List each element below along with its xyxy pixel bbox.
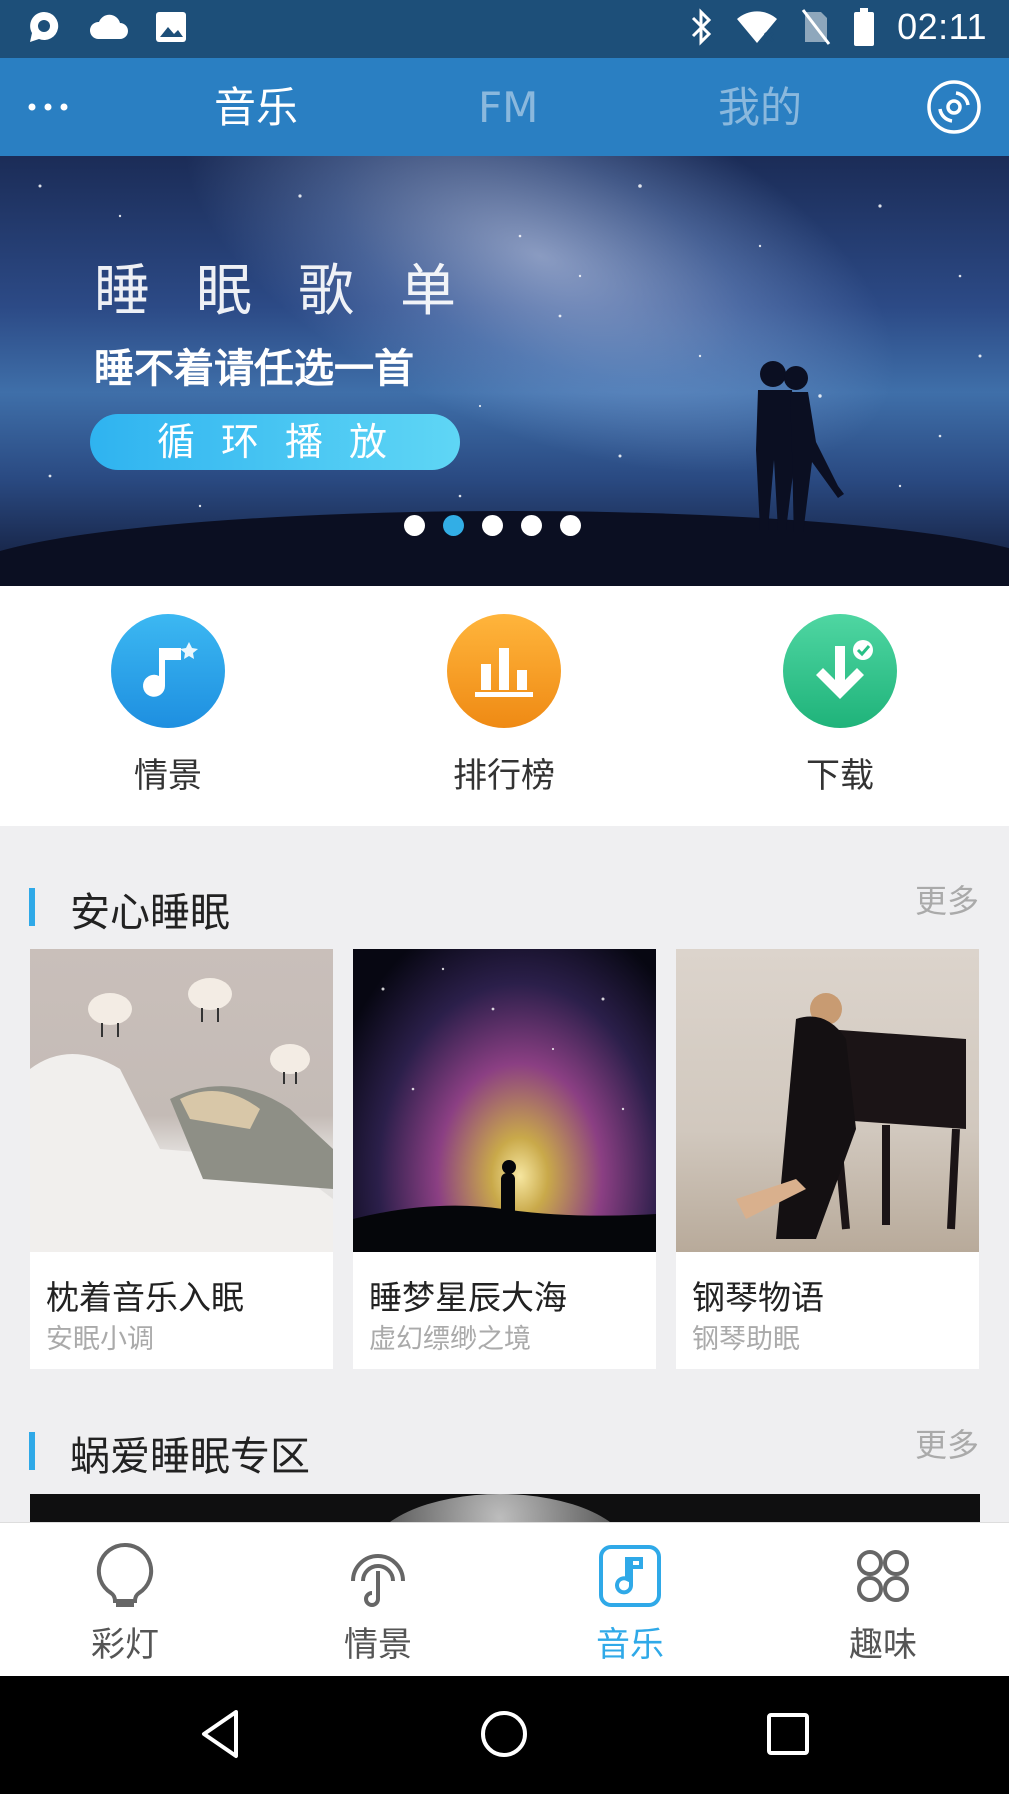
pagination-dot[interactable] (404, 515, 425, 536)
bottom-tab-label: 音乐 (596, 1625, 664, 1665)
entry-scene-label: 情景 (134, 756, 202, 796)
status-bar: 02:11 (0, 0, 1009, 58)
promo-banner[interactable]: 睡眠歌单 睡不着请任选一首 循环播放 (0, 156, 1009, 586)
top-nav: 音乐 FM 我的 (0, 58, 1009, 156)
home-icon[interactable] (472, 1702, 536, 1766)
card-subtitle: 钢琴助眠 (692, 1324, 800, 1355)
loop-play-button[interactable]: 循环播放 (90, 414, 460, 470)
pagination-dot[interactable] (521, 515, 542, 536)
moon-image (370, 1494, 630, 1524)
music-note-icon (595, 1541, 665, 1611)
disc-icon[interactable] (926, 79, 982, 135)
entry-ranking[interactable]: 排行榜 (404, 614, 604, 797)
more-link[interactable]: 更多 (915, 876, 979, 922)
card-subtitle: 安眠小调 (46, 1324, 154, 1355)
section-accent-bar (29, 888, 35, 926)
download-icon (783, 614, 897, 728)
bottom-tab-lights[interactable]: 彩灯 (45, 1541, 205, 1666)
entry-download[interactable]: 下载 (740, 614, 940, 797)
section-title: 安心睡眠 (70, 890, 230, 936)
more-dots-icon[interactable] (26, 94, 70, 120)
entry-download-label: 下载 (806, 756, 874, 796)
screen: 02:11 音乐 FM 我的 睡眠歌单 睡不着请任选一首 循环播放 情景 排行榜… (0, 0, 1009, 1794)
wifi-icon (735, 9, 779, 45)
tab-music[interactable]: 音乐 (214, 80, 298, 136)
section-title: 蜗爱睡眠专区 (70, 1434, 310, 1480)
playlist-card[interactable]: 睡梦星辰大海 虚幻缥缈之境 (353, 949, 656, 1369)
section-accent-bar (29, 1432, 35, 1470)
system-nav-bar (0, 1676, 1009, 1794)
banner-pagination[interactable] (404, 515, 581, 536)
bottom-tab-label: 情景 (344, 1625, 412, 1665)
card-subtitle: 虚幻缥缈之境 (369, 1324, 531, 1355)
pagination-dot[interactable] (482, 515, 503, 536)
card-title: 睡梦星辰大海 (369, 1278, 567, 1317)
bottom-tab-fun[interactable]: 趣味 (803, 1541, 963, 1666)
section-header-snail-sleep: 蜗爱睡眠专区 更多 (0, 1420, 1009, 1480)
tab-fm[interactable]: FM (478, 80, 538, 136)
pagination-dot-active[interactable] (443, 515, 464, 536)
tab-mine[interactable]: 我的 (718, 80, 802, 136)
recents-icon[interactable] (756, 1702, 820, 1766)
section-header-sleep: 安心睡眠 更多 (0, 876, 1009, 936)
bottom-tab-label: 彩灯 (91, 1625, 159, 1665)
lightbulb-icon (90, 1541, 160, 1611)
card-image (353, 949, 656, 1252)
bottom-tab-label: 趣味 (849, 1625, 917, 1665)
playlist-card[interactable]: 钢琴物语 钢琴助眠 (676, 949, 979, 1369)
bottom-tab-music[interactable]: 音乐 (550, 1541, 710, 1666)
entry-scene[interactable]: 情景 (68, 614, 268, 797)
back-icon[interactable] (190, 1702, 254, 1766)
bluetooth-icon (689, 8, 713, 46)
card-image (30, 949, 333, 1252)
battery-icon (853, 7, 875, 47)
quick-entries: 情景 排行榜 下载 (0, 586, 1009, 826)
moon-banner[interactable] (30, 1494, 980, 1524)
pagination-dot[interactable] (560, 515, 581, 536)
bottom-tab-scene[interactable]: 情景 (298, 1541, 458, 1666)
playlist-card[interactable]: 枕着音乐入眠 安眠小调 (30, 949, 333, 1369)
music-note-icon (111, 614, 225, 728)
entry-ranking-label: 排行榜 (453, 756, 555, 796)
playlist-cards: 枕着音乐入眠 安眠小调 睡梦星辰大海 虚幻缥缈之境 钢琴物语 钢琴助眠 (30, 949, 980, 1369)
no-sim-icon (801, 8, 831, 46)
grid-icon (848, 1541, 918, 1611)
bottom-tab-bar: 彩灯 情景 音乐 趣味 (0, 1522, 1009, 1676)
card-image (676, 949, 979, 1252)
cloud-icon (88, 12, 128, 42)
card-title: 枕着音乐入眠 (46, 1278, 244, 1317)
chat-bubble-icon (26, 9, 62, 45)
bar-chart-icon (447, 614, 561, 728)
couple-silhouette (756, 361, 844, 532)
clock: 02:11 (897, 6, 987, 47)
card-title: 钢琴物语 (692, 1278, 824, 1317)
headphones-icon (343, 1541, 413, 1611)
image-icon (154, 10, 188, 44)
banner-subtitle: 睡不着请任选一首 (94, 346, 414, 392)
banner-title: 睡眠歌单 (94, 259, 502, 324)
more-link[interactable]: 更多 (915, 1420, 979, 1466)
